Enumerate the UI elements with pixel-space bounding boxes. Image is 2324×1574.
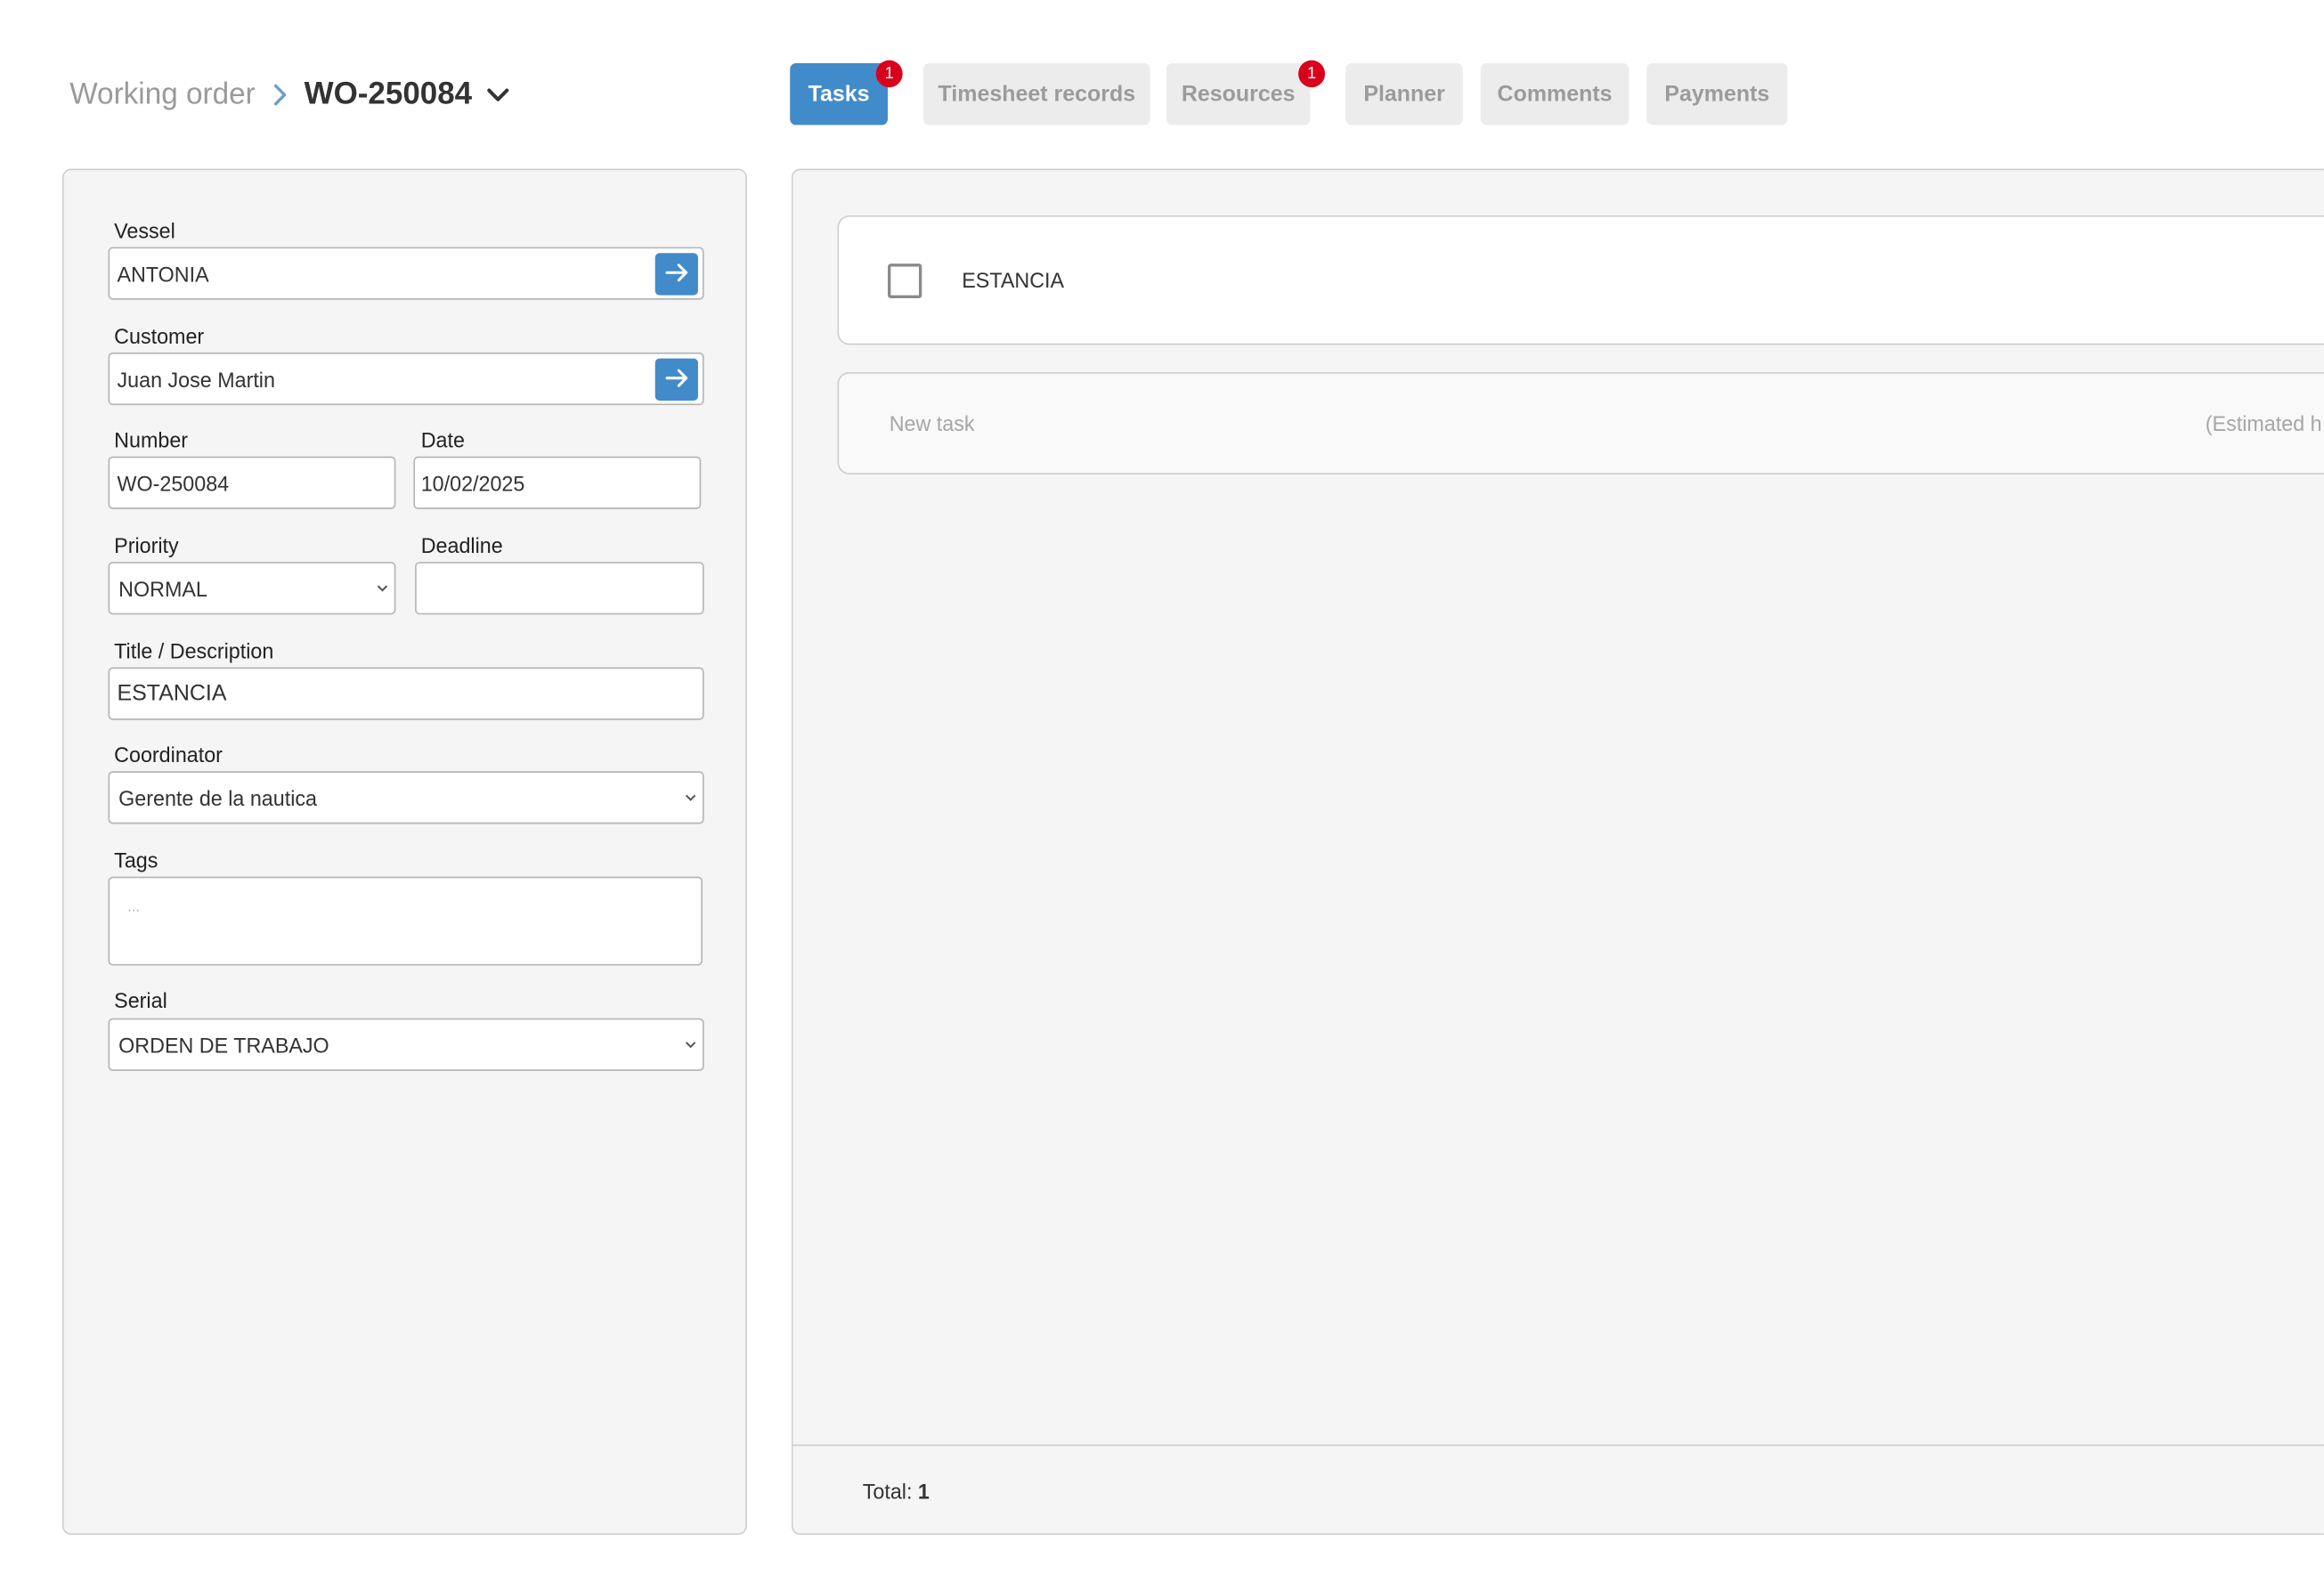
chevron-down-icon [685,1040,696,1049]
tab-planner[interactable]: Planner [1345,63,1463,126]
number-value: WO-250084 [117,470,230,495]
title-label: Title / Description [114,638,274,663]
priority-select[interactable]: NORMAL [108,562,396,615]
working-order-form: Vessel ANTONIA Customer Juan Jose Martin… [61,168,747,1536]
tab-timesheet-records[interactable]: Timesheet records [922,63,1150,126]
arrow-right-icon [664,367,689,393]
vessel-field[interactable]: ANTONIA [108,247,704,300]
tab-label: Payments [1664,81,1770,108]
new-task-input[interactable]: New task [890,411,975,435]
deadline-label: Deadline [420,532,503,558]
total-value: 1 [917,1479,930,1504]
task-checkbox[interactable] [888,264,922,298]
priority-value: NORMAL [118,576,207,601]
breadcrumb-parent-link[interactable]: Working order [69,77,255,112]
vessel-open-button[interactable] [654,253,698,296]
number-label: Number [114,427,189,452]
task-item[interactable]: ESTANCIA [837,215,2324,345]
tab-label: Timesheet records [938,81,1136,108]
tab-label: Comments [1497,81,1613,108]
resources-count-badge: 1 [1298,60,1326,88]
tab-tasks[interactable]: Tasks 1 [790,60,903,126]
app-root: Working order WO-250084 Tasks 1 Timeshee… [0,0,2324,1574]
chevron-down-icon[interactable] [487,86,511,103]
coordinator-select[interactable]: Gerente de la nautica [108,771,704,824]
tab-label: Tasks [808,81,870,108]
title-input[interactable]: ESTANCIA [108,667,704,720]
arrow-right-icon [664,262,689,288]
serial-label: Serial [114,987,167,1012]
tasks-count-badge: 1 [875,60,903,88]
estimated-hours-input[interactable]: (Estimated h [2206,411,2322,435]
breadcrumb: Working order WO-250084 [69,69,510,121]
tab-comments[interactable]: Comments [1480,63,1629,126]
customer-label: Customer [114,323,205,348]
title-value: ESTANCIA [117,680,227,707]
total-label: Total: [862,1479,913,1504]
tags-input[interactable]: ... [108,876,703,966]
coordinator-label: Coordinator [114,742,223,767]
deadline-input[interactable] [415,562,704,615]
chevron-right-icon [273,83,289,107]
customer-open-button[interactable] [654,358,698,402]
chevron-down-icon [685,793,696,802]
tags-label: Tags [114,848,158,872]
breadcrumb-current: WO-250084 [304,77,473,112]
serial-value: ORDEN DE TRABAJO [118,1032,329,1057]
tab-payments[interactable]: Payments [1646,63,1788,126]
tab-label: Resources [1181,81,1296,108]
vessel-label: Vessel [114,218,175,243]
serial-select[interactable]: ORDEN DE TRABAJO [108,1018,704,1071]
tasks-panel: ESTANCIA New task (Estimated h Total: 1 [791,168,2324,1536]
number-input[interactable]: WO-250084 [108,456,396,509]
priority-label: Priority [114,532,179,558]
date-value: 10/02/2025 [420,470,525,495]
tab-label: Planner [1363,81,1445,108]
customer-value: Juan Jose Martin [117,366,275,392]
tags-placeholder: ... [127,899,141,916]
tasks-total: Total: 1 [863,1479,930,1503]
tab-resources[interactable]: Resources 1 [1166,60,1326,126]
vessel-value: ANTONIA [117,261,209,286]
chevron-down-icon [377,584,388,593]
coordinator-value: Gerente de la nautica [118,785,317,810]
new-task-row: New task (Estimated h [837,371,2324,475]
tasks-footer-divider [792,1444,2324,1447]
date-label: Date [420,427,465,452]
customer-field[interactable]: Juan Jose Martin [108,352,704,406]
date-input[interactable]: 10/02/2025 [413,456,702,509]
task-label: ESTANCIA [962,268,1065,293]
